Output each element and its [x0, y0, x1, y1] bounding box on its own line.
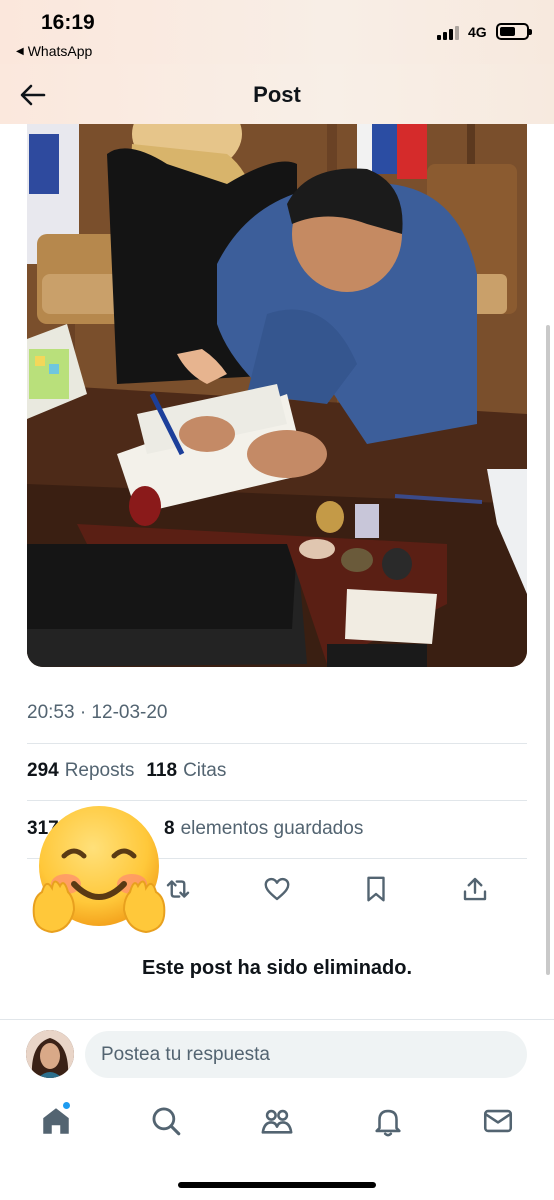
signal-strength-icon: [437, 26, 461, 40]
network-type: 4G: [468, 24, 487, 40]
reposts-label: Reposts: [64, 760, 135, 781]
battery-icon: [496, 23, 532, 40]
reposts-count: 294: [27, 760, 59, 781]
search-icon[interactable]: [149, 1104, 183, 1138]
divider: [0, 1019, 554, 1020]
share-icon[interactable]: [460, 874, 490, 904]
bookmarks-stat[interactable]: 8 elementos guardados: [164, 818, 363, 840]
divider: [27, 800, 527, 801]
communities-icon[interactable]: [260, 1104, 294, 1138]
repost-quote-stats: 294 Reposts 118 Citas: [27, 760, 226, 782]
bottom-tab-bar: [0, 1098, 554, 1148]
reply-input[interactable]: Postea tu respuesta: [85, 1031, 527, 1078]
back-to-app-link[interactable]: ◀ WhatsApp: [16, 43, 92, 59]
smiling-face-with-hands-emoji-icon: [32, 806, 166, 934]
quotes-stat[interactable]: 118 Citas: [146, 760, 226, 782]
bookmark-icon[interactable]: [361, 874, 391, 904]
home-notification-dot: [62, 1101, 71, 1110]
reply-placeholder: Postea tu respuesta: [101, 1043, 270, 1065]
back-triangle-icon: ◀: [16, 45, 24, 57]
reposts-stat[interactable]: 294 Reposts: [27, 760, 134, 782]
top-navigation-bar: Post: [0, 64, 554, 124]
post-image[interactable]: [27, 124, 527, 667]
notifications-icon[interactable]: [371, 1104, 405, 1138]
post-timestamp: 20:53 · 12-03-20: [27, 702, 168, 723]
status-time: 16:19: [41, 11, 95, 34]
page-title: Post: [253, 82, 301, 107]
bookmarks-label: elementos guardados: [180, 818, 364, 839]
like-icon[interactable]: [262, 874, 292, 904]
post-deleted-message: Este post ha sido eliminado.: [141, 957, 413, 979]
messages-icon[interactable]: [481, 1104, 515, 1138]
quotes-label: Citas: [183, 760, 227, 781]
avatar[interactable]: [26, 1030, 74, 1078]
scrollbar[interactable]: [546, 325, 550, 975]
back-app-label: WhatsApp: [27, 43, 93, 59]
status-bar: 16:19 ◀ WhatsApp 4G: [0, 0, 554, 64]
quotes-count: 118: [146, 760, 178, 781]
home-indicator[interactable]: [178, 1182, 376, 1188]
divider: [27, 743, 527, 744]
